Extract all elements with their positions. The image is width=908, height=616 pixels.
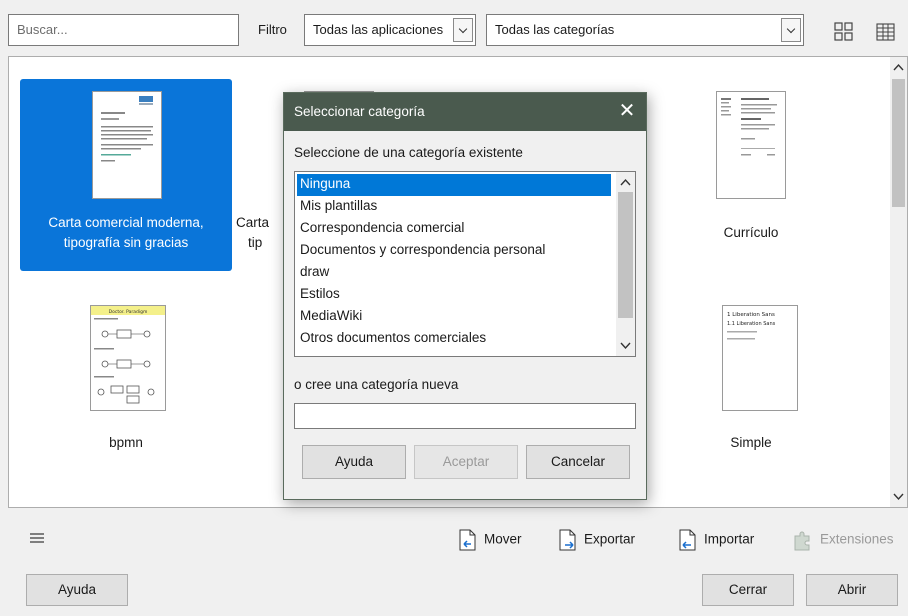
move-label: Mover <box>484 531 522 547</box>
close-icon[interactable]: ✕ <box>614 99 640 125</box>
thumbnail-heading: 1 Liberation Sans <box>727 312 775 318</box>
vertical-scrollbar[interactable] <box>890 57 907 507</box>
template-label-line: bpmn <box>109 435 143 450</box>
category-option[interactable]: Otros documentos comerciales <box>297 328 611 350</box>
template-label-line: tipografía sin gracias <box>63 235 189 250</box>
listbox-scrollbar[interactable] <box>616 172 635 356</box>
template-tile[interactable]: Carta comercial moderna, tipografía sin … <box>20 79 232 271</box>
export-icon <box>559 529 576 551</box>
import-label: Importar <box>704 531 755 547</box>
template-thumbnail <box>92 91 162 199</box>
export-button[interactable]: Exportar <box>556 528 635 552</box>
category-option[interactable]: Correspondencia comercial <box>297 218 611 240</box>
template-label: Simple <box>645 433 857 453</box>
thumbnail-view-icon[interactable] <box>832 20 856 44</box>
list-view-icon[interactable] <box>874 20 898 44</box>
template-thumbnail: Doctor. Paradigm <box>90 305 166 411</box>
scrollbar-thumb[interactable] <box>892 79 905 207</box>
category-option[interactable]: Documentos y correspondencia personal <box>297 240 611 262</box>
import-icon <box>679 529 696 551</box>
template-label-line: Carta comercial moderna, <box>48 215 204 230</box>
category-option[interactable]: Estilos <box>297 284 611 306</box>
dialog-title: Seleccionar categoría <box>294 104 425 119</box>
category-filter-select[interactable]: Todas las categorías <box>486 14 804 46</box>
thumbnail-heading: 1.1 Liberation Sans <box>727 321 776 327</box>
chevron-down-icon[interactable] <box>453 18 473 42</box>
chevron-down-icon[interactable] <box>781 18 801 42</box>
template-tile[interactable]: Doctor. Paradigm bpmn <box>20 291 232 483</box>
move-icon <box>459 529 476 551</box>
template-thumbnail <box>716 91 786 199</box>
template-label: Currículo <box>645 223 857 243</box>
template-tile[interactable]: Currículo <box>645 79 857 271</box>
import-button[interactable]: Importar <box>676 528 754 552</box>
category-filter-value: Todas las categorías <box>495 22 615 37</box>
template-label: bpmn <box>20 433 232 453</box>
cancel-button[interactable]: Cancelar <box>526 445 630 479</box>
extensions-button[interactable]: Extensiones <box>790 528 894 552</box>
select-category-dialog: Seleccionar categoría ✕ Seleccione de un… <box>283 92 647 500</box>
template-label: Carta comercial moderna, tipografía sin … <box>20 213 232 253</box>
filter-label: Filtro <box>258 22 287 37</box>
new-category-input[interactable] <box>294 403 636 429</box>
template-tile[interactable]: 1 Liberation Sans 1.1 Liberation Sans Si… <box>645 291 857 483</box>
template-label-line: Simple <box>730 435 772 450</box>
category-option[interactable]: Ninguna <box>297 174 611 196</box>
dialog-titlebar: Seleccionar categoría <box>284 93 646 131</box>
scroll-up-icon[interactable] <box>893 63 904 71</box>
scrollbar-thumb[interactable] <box>618 192 633 318</box>
template-label-line: Currículo <box>723 225 779 240</box>
category-listbox[interactable]: Ninguna Mis plantillas Correspondencia c… <box>294 171 636 357</box>
export-label: Exportar <box>584 531 636 547</box>
puzzle-icon <box>794 531 810 551</box>
category-option[interactable]: MediaWiki <box>297 306 611 328</box>
close-button[interactable]: Cerrar <box>702 574 794 606</box>
extensions-label: Extensiones <box>820 531 894 547</box>
hamburger-menu-icon[interactable] <box>30 532 44 544</box>
help-button[interactable]: Ayuda <box>26 574 128 606</box>
scroll-down-icon[interactable] <box>893 493 904 501</box>
template-thumbnail: 1 Liberation Sans 1.1 Liberation Sans <box>722 305 798 411</box>
move-button[interactable]: Mover <box>456 528 522 552</box>
application-filter-select[interactable]: Todas las aplicaciones <box>304 14 476 46</box>
dialog-help-button[interactable]: Ayuda <box>302 445 406 479</box>
application-filter-value: Todas las aplicaciones <box>313 22 444 37</box>
open-button[interactable]: Abrir <box>806 574 898 606</box>
category-option[interactable]: Mis plantillas <box>297 196 611 218</box>
accept-button[interactable]: Aceptar <box>414 445 518 479</box>
scroll-up-icon[interactable] <box>620 178 631 186</box>
search-input[interactable]: Buscar... <box>8 14 239 46</box>
scroll-down-icon[interactable] <box>620 342 631 350</box>
existing-category-label: Seleccione de una categoría existente <box>294 145 523 160</box>
category-option[interactable]: draw <box>297 262 611 284</box>
thumbnail-title: Doctor. Paradigm <box>109 309 148 315</box>
new-category-label: o cree una categoría nueva <box>294 377 459 392</box>
